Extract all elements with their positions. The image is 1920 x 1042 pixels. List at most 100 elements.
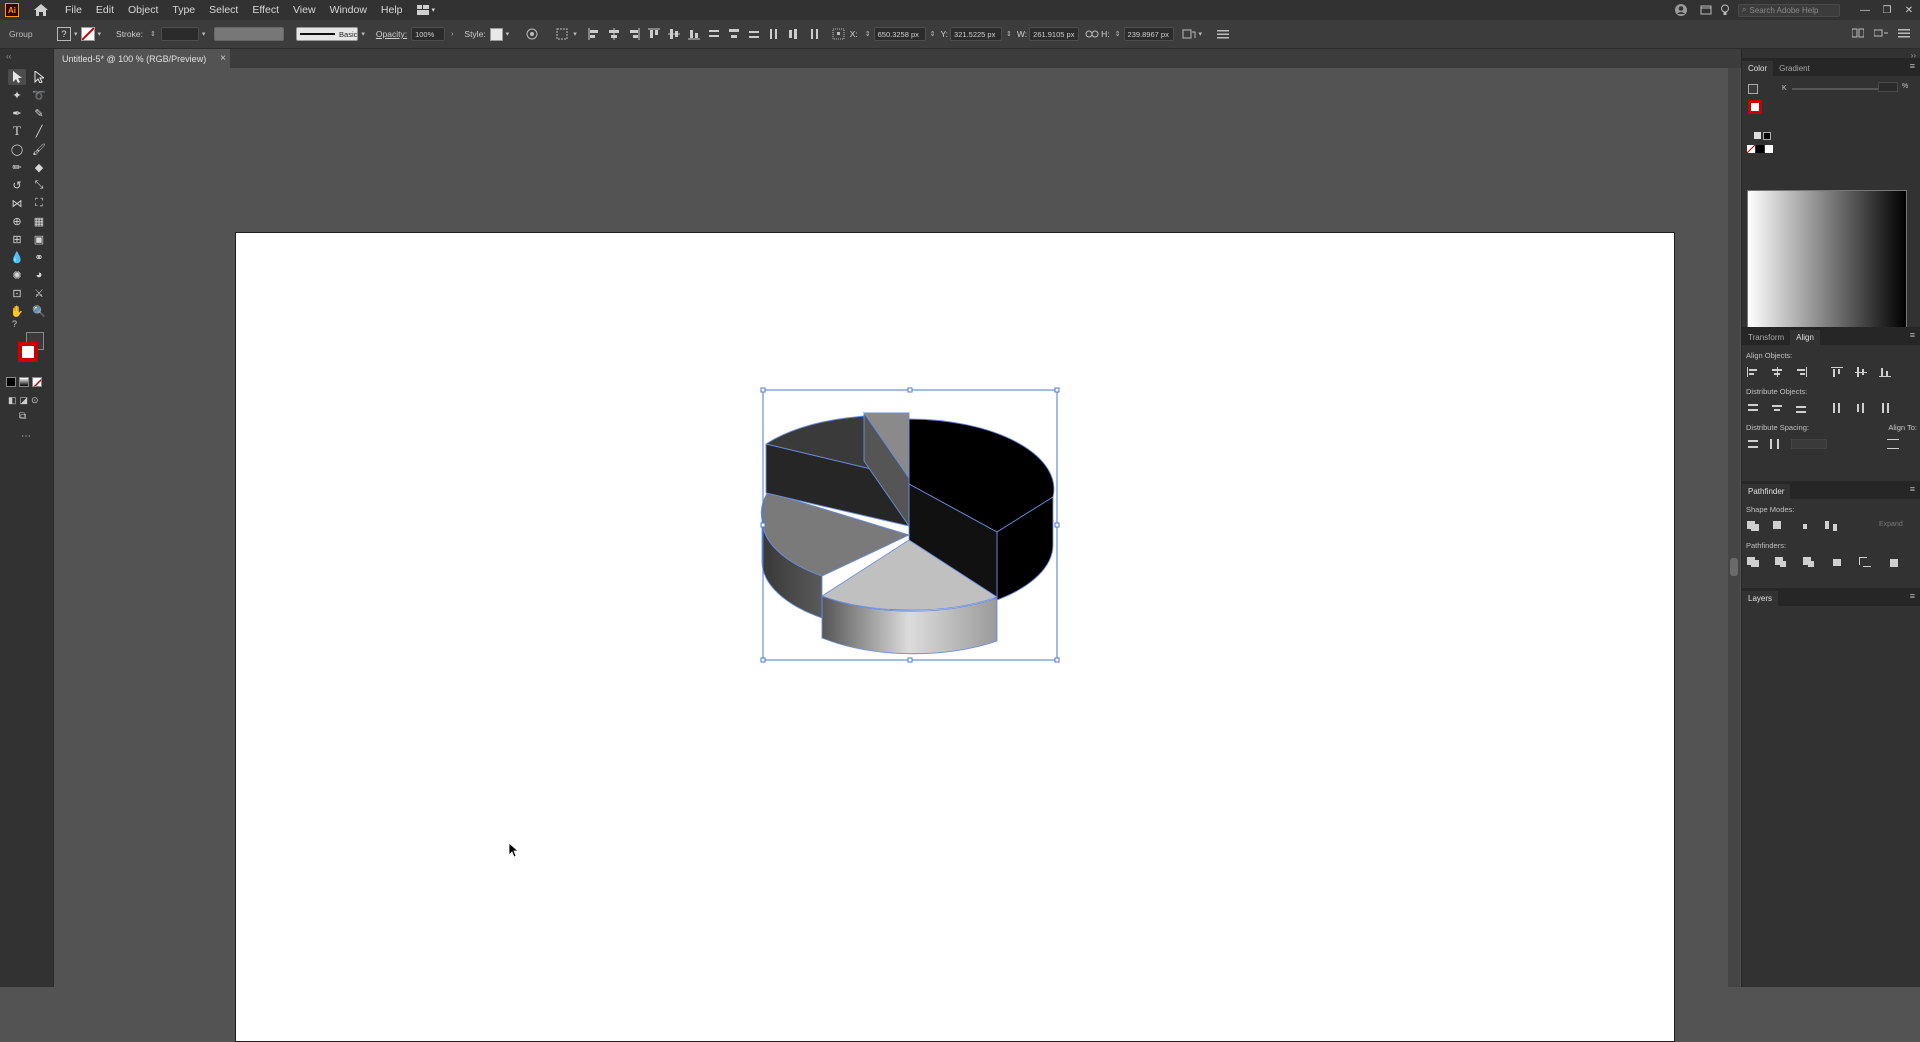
- w-stepper-icon[interactable]: ⇕: [1006, 30, 1012, 38]
- unite-icon[interactable]: [1747, 521, 1759, 531]
- mesh-tool-icon[interactable]: ⊞: [8, 231, 26, 247]
- workspace-switcher[interactable]: ▾: [416, 5, 435, 15]
- panel-distribute-bottom-icon[interactable]: [1795, 403, 1807, 413]
- trim-icon[interactable]: [1775, 557, 1787, 567]
- align-bottom-icon[interactable]: [687, 28, 700, 40]
- perspective-grid-tool-icon[interactable]: ▦: [30, 213, 48, 229]
- panel-horizontal-spacing-icon[interactable]: [1769, 439, 1781, 449]
- gradient-mode-icon[interactable]: [19, 377, 29, 387]
- close-document-icon[interactable]: ×: [220, 53, 226, 64]
- spacing-value-field[interactable]: [1791, 439, 1827, 449]
- minus-back-icon[interactable]: [1887, 557, 1899, 567]
- tab-pathfinder[interactable]: Pathfinder: [1742, 484, 1791, 499]
- color-mode-icon[interactable]: [6, 377, 16, 387]
- width-field[interactable]: 261.9105 px: [1029, 27, 1080, 41]
- distribute-horizontal-center-icon[interactable]: [788, 28, 800, 40]
- panel-distribute-left-icon[interactable]: [1831, 403, 1843, 413]
- distribute-right-icon[interactable]: [808, 28, 820, 40]
- tab-transform[interactable]: Transform: [1742, 330, 1790, 345]
- align-to-dropdown-icon[interactable]: ▾: [573, 30, 577, 38]
- distribute-left-icon[interactable]: [768, 28, 780, 40]
- minimize-button[interactable]: —: [1854, 5, 1876, 16]
- stroke-weight-dropdown-icon[interactable]: ▾: [202, 30, 206, 38]
- none-mode-icon[interactable]: [32, 377, 42, 387]
- artboard-tool-icon[interactable]: ⊡: [8, 285, 26, 301]
- color-stroke-indicator[interactable]: [1748, 100, 1762, 114]
- white-preset-swatch[interactable]: [1765, 145, 1773, 153]
- direct-selection-tool-icon[interactable]: [30, 69, 48, 85]
- x-stepper-icon[interactable]: ⇕: [865, 30, 871, 38]
- home-icon[interactable]: [33, 3, 49, 17]
- handle-top-right[interactable]: [1054, 387, 1060, 393]
- menu-type[interactable]: Type: [172, 4, 195, 16]
- menu-file[interactable]: File: [65, 4, 82, 16]
- width-tool-icon[interactable]: ⋈: [8, 195, 26, 211]
- vertical-scrollbar[interactable]: [1728, 68, 1740, 987]
- shape-dropdown-icon[interactable]: ▾: [1199, 30, 1203, 38]
- intersect-icon[interactable]: [1799, 521, 1811, 531]
- tab-layers[interactable]: Layers: [1742, 591, 1779, 606]
- lightbulb-icon[interactable]: [1720, 4, 1730, 16]
- slice-tool-icon[interactable]: ⚔: [30, 285, 48, 301]
- hand-tool-icon[interactable]: ✋: [8, 303, 26, 319]
- pencil-tool-icon[interactable]: ✏: [8, 159, 26, 175]
- stroke-box[interactable]: [18, 342, 38, 362]
- column-graph-tool-icon[interactable]: ◕: [30, 267, 48, 283]
- panel-align-hcenter-icon[interactable]: [1771, 367, 1783, 377]
- ellipse-tool-icon[interactable]: ◯: [8, 141, 26, 157]
- distribute-top-icon[interactable]: [708, 28, 720, 40]
- minus-front-icon[interactable]: [1773, 521, 1785, 531]
- constrain-proportions-link-icon[interactable]: [1085, 29, 1099, 39]
- handle-top-center[interactable]: [907, 387, 913, 393]
- draw-normal-icon[interactable]: ◧: [8, 395, 17, 406]
- align-right-icon[interactable]: [628, 28, 640, 40]
- shape-properties-icon[interactable]: [1182, 28, 1196, 40]
- search-help-input[interactable]: ⌕ Search Adobe Help: [1738, 3, 1840, 17]
- h-stepper-icon[interactable]: ⇕: [1115, 30, 1121, 38]
- free-transform-tool-icon[interactable]: ⛶: [30, 195, 48, 211]
- black-swatch[interactable]: [1763, 132, 1771, 140]
- style-dropdown-icon[interactable]: ▾: [506, 30, 510, 38]
- outline-icon[interactable]: [1859, 557, 1871, 567]
- pen-tool-icon[interactable]: ✒: [8, 105, 26, 121]
- menu-edit[interactable]: Edit: [96, 4, 114, 16]
- handle-bottom-center[interactable]: [907, 657, 913, 663]
- distribute-bottom-icon[interactable]: [748, 28, 760, 40]
- arrange-documents-icon[interactable]: [1700, 4, 1712, 16]
- variable-width-profile[interactable]: [214, 27, 285, 41]
- align-panel-menu-icon[interactable]: ≡: [1910, 330, 1915, 340]
- color-fill-indicator[interactable]: [1748, 84, 1758, 94]
- change-screen-mode-icon[interactable]: ⧉: [19, 411, 26, 422]
- symbol-sprayer-tool-icon[interactable]: ✺: [8, 267, 26, 283]
- tab-align[interactable]: Align: [1790, 330, 1820, 345]
- restore-button[interactable]: ❐: [1876, 5, 1898, 16]
- color-k-slider[interactable]: [1792, 88, 1884, 90]
- default-fill-stroke-icon[interactable]: ?: [12, 319, 17, 329]
- rotate-tool-icon[interactable]: ↺: [8, 177, 26, 193]
- brush-definition-field[interactable]: Basic: [296, 27, 359, 41]
- handle-bottom-left[interactable]: [760, 657, 766, 663]
- menu-window[interactable]: Window: [330, 4, 367, 16]
- handle-bottom-right[interactable]: [1054, 657, 1060, 663]
- selection-tool-icon[interactable]: [8, 69, 26, 85]
- handle-middle-right[interactable]: [1054, 522, 1060, 528]
- paintbrush-tool-icon[interactable]: 🖌: [30, 141, 48, 157]
- recolor-artwork-icon[interactable]: [526, 28, 538, 40]
- y-stepper-icon[interactable]: ⇕: [930, 30, 936, 38]
- transform-reference-point-icon[interactable]: [832, 28, 846, 40]
- layers-panel-menu-icon[interactable]: ≡: [1910, 591, 1915, 601]
- canvas[interactable]: [56, 68, 1732, 1042]
- panel-distribute-top-icon[interactable]: [1747, 403, 1759, 413]
- stroke-stepper-icon[interactable]: ⇕: [150, 30, 156, 38]
- shape-builder-tool-icon[interactable]: ⊕: [8, 213, 26, 229]
- curvature-tool-icon[interactable]: ✎: [30, 105, 48, 121]
- control-bar-menu-icon[interactable]: [1898, 28, 1910, 38]
- panel-align-right-icon[interactable]: [1795, 367, 1807, 377]
- draw-inside-icon[interactable]: ⊙: [31, 395, 39, 406]
- handle-middle-left[interactable]: [760, 522, 766, 528]
- color-spectrum-ramp[interactable]: [1747, 190, 1907, 330]
- arrange-panels-icon[interactable]: [1852, 28, 1864, 38]
- fill-stroke-selector[interactable]: [10, 332, 46, 368]
- control-bar-more-icon[interactable]: [1217, 29, 1230, 39]
- panel-distribute-vcenter-icon[interactable]: [1771, 403, 1783, 413]
